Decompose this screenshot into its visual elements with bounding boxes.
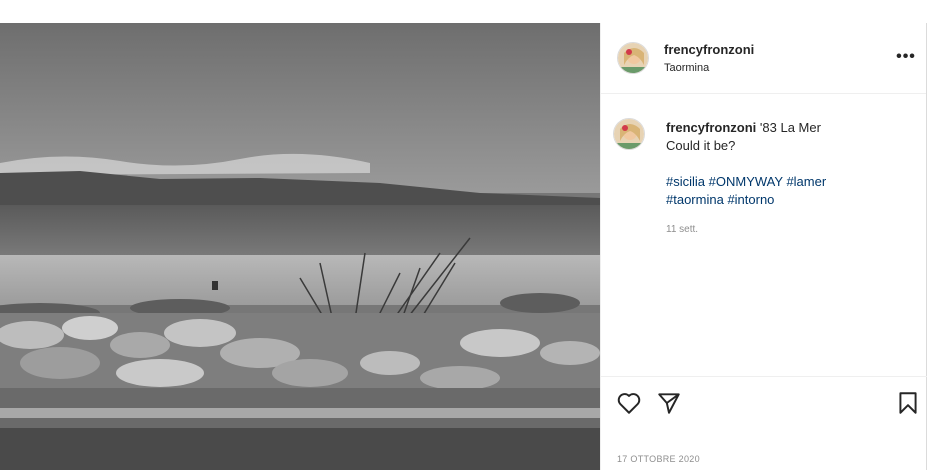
hashtag-link[interactable]: #taormina xyxy=(666,192,724,207)
header-location[interactable]: Taormina xyxy=(664,62,709,74)
hashtag-link[interactable]: #intorno xyxy=(727,192,774,207)
hashtag-link[interactable]: #lamer xyxy=(786,174,826,189)
caption-section: frencyfronzoni '83 La Mer Could it be? #… xyxy=(601,94,926,376)
header-username[interactable]: frencyfronzoni xyxy=(664,42,754,57)
caption-line-1: '83 La Mer xyxy=(759,120,821,135)
hashtags: #sicilia #ONMYWAY #lamer #taormina #into… xyxy=(666,173,906,209)
caption-time[interactable]: 11 sett. xyxy=(666,221,906,239)
avatar[interactable] xyxy=(617,42,649,74)
heart-icon[interactable] xyxy=(616,390,642,416)
post-header: frencyfronzoni Taormina ••• xyxy=(601,23,926,94)
hashtag-link[interactable]: #sicilia xyxy=(666,174,705,189)
paper-plane-icon[interactable] xyxy=(656,390,682,416)
more-options-icon[interactable]: ••• xyxy=(896,47,916,67)
bookmark-icon[interactable] xyxy=(895,390,921,416)
post-sidebar: frencyfronzoni Taormina ••• frencyfronzo… xyxy=(600,23,927,470)
caption-avatar[interactable] xyxy=(613,118,645,150)
post-photo[interactable] xyxy=(0,23,600,470)
caption-username[interactable]: frencyfronzoni xyxy=(666,120,756,135)
post-date[interactable]: 17 OTTOBRE 2020 xyxy=(617,454,700,464)
hashtag-link[interactable]: #ONMYWAY xyxy=(709,174,783,189)
action-bar xyxy=(601,376,927,437)
caption-text: frencyfronzoni '83 La Mer Could it be? #… xyxy=(666,119,906,239)
caption-line-2: Could it be? xyxy=(666,138,736,153)
